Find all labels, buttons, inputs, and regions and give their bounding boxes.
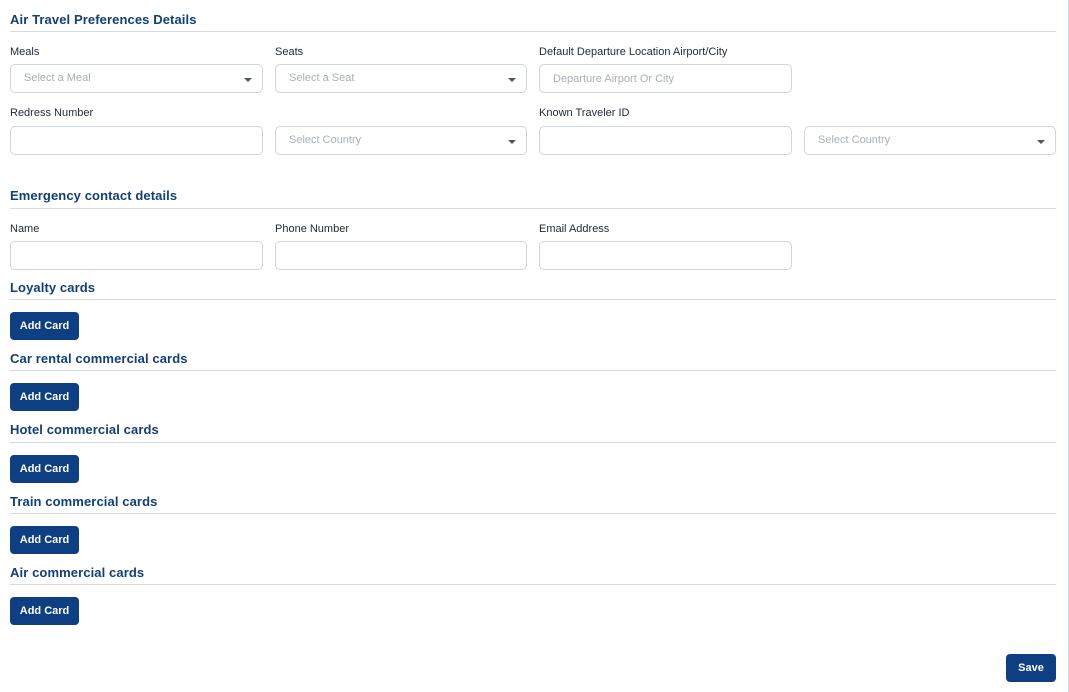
air-cards-title: Air commercial cards bbox=[10, 565, 145, 580]
meals-select-placeholder: Select a Meal bbox=[24, 72, 91, 84]
seats-select[interactable]: Select a Seat bbox=[275, 64, 527, 93]
departure-input[interactable] bbox=[539, 64, 792, 93]
emergency-name-label: Name bbox=[10, 223, 40, 235]
loyalty-cards-title: Loyalty cards bbox=[10, 280, 96, 295]
save-button[interactable]: Save bbox=[1006, 654, 1056, 682]
seats-select-placeholder: Select a Seat bbox=[289, 72, 355, 84]
emergency-email-label: Email Address bbox=[539, 223, 610, 235]
chevron-down-icon bbox=[508, 140, 516, 144]
section-divider bbox=[10, 584, 1056, 585]
known-traveler-country-placeholder: Select Country bbox=[818, 134, 891, 146]
section-divider bbox=[10, 31, 1056, 32]
emergency-phone-label: Phone Number bbox=[275, 223, 349, 235]
chevron-down-icon bbox=[508, 78, 516, 82]
redress-number-input[interactable] bbox=[10, 126, 263, 155]
emergency-phone-field[interactable] bbox=[276, 242, 526, 269]
emergency-phone-input[interactable] bbox=[275, 241, 527, 270]
known-traveler-field[interactable] bbox=[540, 127, 791, 154]
air-travel-section-title: Air Travel Preferences Details bbox=[10, 12, 197, 27]
emergency-email-input[interactable] bbox=[539, 241, 792, 270]
meals-select[interactable]: Select a Meal bbox=[10, 64, 263, 93]
departure-input-field[interactable] bbox=[540, 65, 791, 92]
chevron-down-icon bbox=[1037, 140, 1045, 144]
known-traveler-label: Known Traveler ID bbox=[539, 107, 630, 119]
add-air-card-button[interactable]: Add Card bbox=[10, 597, 79, 625]
redress-country-placeholder: Select Country bbox=[289, 134, 362, 146]
chevron-down-icon bbox=[244, 78, 252, 82]
section-divider bbox=[10, 299, 1056, 300]
redress-number-label: Redress Number bbox=[10, 107, 94, 119]
redress-country-select[interactable]: Select Country bbox=[275, 126, 527, 155]
emergency-name-input[interactable] bbox=[10, 241, 263, 270]
emergency-email-field[interactable] bbox=[540, 242, 791, 269]
section-divider bbox=[10, 370, 1056, 371]
emergency-name-field[interactable] bbox=[11, 242, 262, 269]
add-car-rental-card-button[interactable]: Add Card bbox=[10, 383, 79, 411]
hotel-cards-title: Hotel commercial cards bbox=[10, 422, 159, 437]
known-traveler-input[interactable] bbox=[539, 126, 792, 155]
profile-preferences-page: Air Travel Preferences Details Meals Sel… bbox=[0, 0, 1069, 692]
section-divider bbox=[10, 513, 1056, 514]
section-divider bbox=[10, 442, 1056, 443]
add-train-card-button[interactable]: Add Card bbox=[10, 526, 79, 554]
add-hotel-card-button[interactable]: Add Card bbox=[10, 455, 79, 483]
meals-label: Meals bbox=[10, 46, 40, 58]
redress-number-field[interactable] bbox=[11, 127, 262, 154]
departure-label: Default Departure Location Airport/City bbox=[539, 46, 728, 58]
known-traveler-country-select[interactable]: Select Country bbox=[804, 126, 1056, 155]
seats-label: Seats bbox=[275, 46, 304, 58]
add-loyalty-card-button[interactable]: Add Card bbox=[10, 312, 79, 340]
emergency-section-title: Emergency contact details bbox=[10, 188, 178, 203]
section-divider bbox=[10, 208, 1056, 209]
train-cards-title: Train commercial cards bbox=[10, 494, 158, 509]
car-rental-cards-title: Car rental commercial cards bbox=[10, 351, 188, 366]
